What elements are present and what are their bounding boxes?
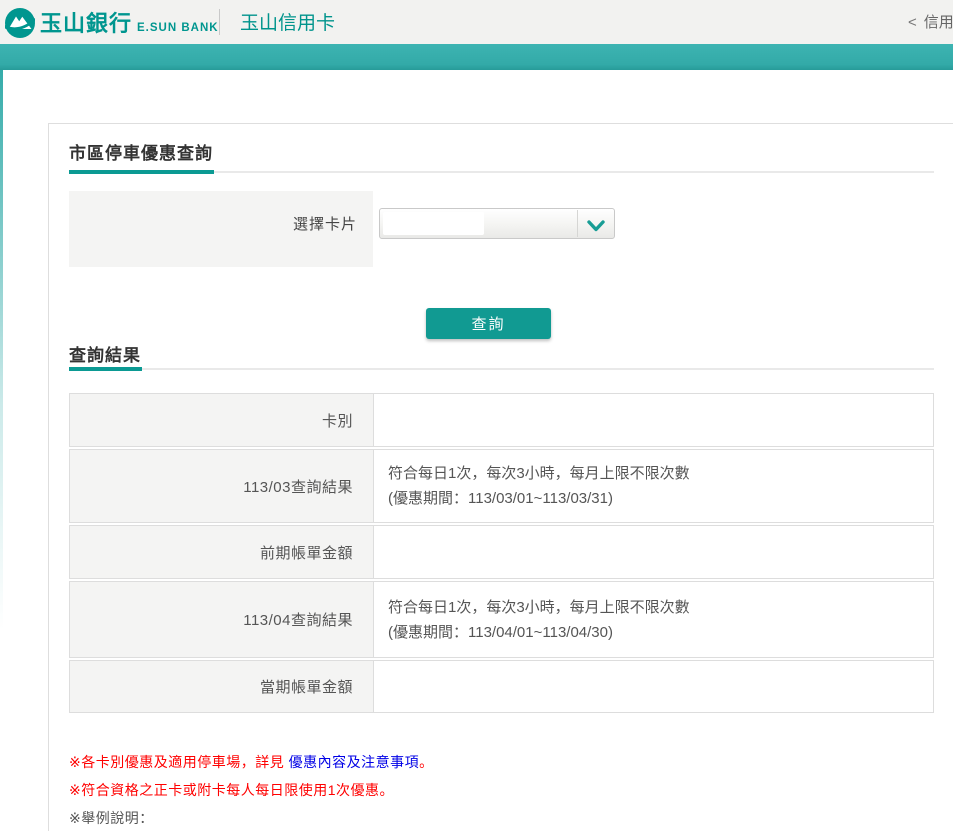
query-button[interactable]: 查詢 — [426, 308, 551, 339]
esun-mountain-icon — [5, 8, 35, 38]
terms-link[interactable]: 優惠內容及注意事項 — [289, 754, 420, 770]
table-row: 卡別 — [69, 393, 934, 447]
row-value-line1: 符合每日1次，每次3小時，每月上限不限次數 — [388, 461, 933, 486]
card-select-value — [383, 212, 484, 235]
title-underline — [69, 170, 934, 174]
site-title: 玉山信用卡 — [240, 0, 335, 44]
content-panel: 市區停車優惠查詢 選擇卡片 查詢 查詢結果 卡別 113/03查詢結果 符合每日… — [48, 123, 953, 831]
footnote-text: ※各卡別優惠及適用停車場，詳見 — [69, 754, 289, 770]
row-value — [374, 526, 933, 578]
footnote-parking-terms: ※各卡別優惠及適用停車場，詳見 優惠內容及注意事項。 — [69, 752, 434, 772]
card-select-dropdown[interactable] — [379, 208, 615, 239]
page-title: 市區停車優惠查詢 — [69, 139, 213, 164]
top-header: 玉山銀行 E.SUN BANK 玉山信用卡 < 信用 — [0, 0, 953, 44]
chevron-down-icon — [587, 219, 605, 231]
row-label: 卡別 — [70, 394, 374, 446]
header-divider — [219, 9, 220, 35]
results-table: 卡別 113/03查詢結果 符合每日1次，每次3小時，每月上限不限次數 (優惠期… — [69, 393, 934, 715]
results-title: 查詢結果 — [69, 341, 141, 366]
results-underline — [69, 367, 934, 371]
back-link-label: 信用 — [924, 14, 953, 31]
select-card-label: 選擇卡片 — [293, 213, 357, 234]
left-edge-accent — [0, 70, 3, 630]
brand-name-en: E.SUN BANK — [137, 22, 219, 34]
table-row: 前期帳單金額 — [69, 525, 934, 579]
select-divider — [577, 210, 578, 237]
row-value — [374, 661, 933, 712]
footnote-eligibility: ※符合資格之正卡或附卡每人每日限使用1次優惠。 — [69, 780, 394, 800]
chevron-left-icon: < — [908, 14, 917, 31]
row-value: 符合每日1次，每次3小時，每月上限不限次數 (優惠期間：113/03/01~11… — [374, 450, 933, 522]
row-label: 前期帳單金額 — [70, 526, 374, 578]
row-label: 113/03查詢結果 — [70, 450, 374, 522]
brand-name-zh: 玉山銀行 — [40, 11, 132, 36]
row-label: 113/04查詢結果 — [70, 582, 374, 657]
row-value: 符合每日1次，每次3小時，每月上限不限次數 (優惠期間：113/04/01~11… — [374, 582, 933, 657]
footnote-period: 。 — [419, 754, 434, 770]
select-card-form: 選擇卡片 — [69, 191, 373, 267]
footnote-example: ※舉例說明： — [69, 808, 154, 828]
brand-logo[interactable]: 玉山銀行 E.SUN BANK — [40, 0, 219, 44]
row-value-line1: 符合每日1次，每次3小時，每月上限不限次數 — [388, 595, 933, 620]
table-row: 113/03查詢結果 符合每日1次，每次3小時，每月上限不限次數 (優惠期間：1… — [69, 449, 934, 523]
table-row: 當期帳單金額 — [69, 660, 934, 713]
row-value — [374, 394, 933, 446]
row-label: 當期帳單金額 — [70, 661, 374, 712]
teal-nav-bar — [0, 44, 953, 70]
back-link[interactable]: < 信用 — [908, 0, 953, 44]
row-value-line2: (優惠期間：113/04/01~113/04/30) — [388, 620, 933, 645]
row-value-line2: (優惠期間：113/03/01~113/03/31) — [388, 486, 933, 511]
table-row: 113/04查詢結果 符合每日1次，每次3小時，每月上限不限次數 (優惠期間：1… — [69, 581, 934, 658]
